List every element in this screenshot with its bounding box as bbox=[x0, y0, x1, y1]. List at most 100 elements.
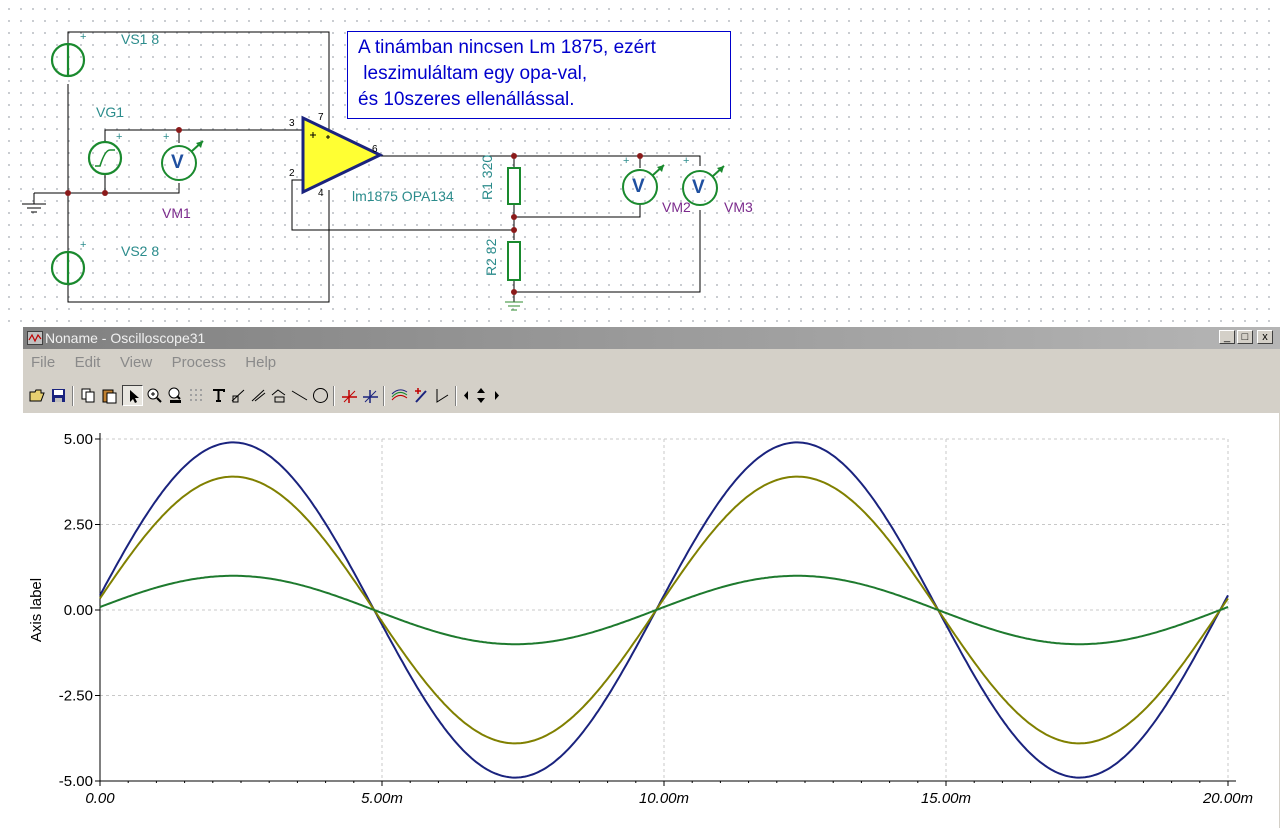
vg1-label: VG1 bbox=[96, 104, 125, 120]
marker-icon bbox=[415, 388, 427, 403]
pin6-label: 6 bbox=[372, 144, 378, 155]
pin2-label: 2 bbox=[289, 168, 295, 179]
zoom-100-icon bbox=[168, 387, 181, 403]
line-tool-3-icon bbox=[271, 389, 286, 403]
paste-icon bbox=[102, 389, 117, 404]
x-tick-label: 10.00m bbox=[639, 790, 689, 807]
scroll-updown-icon bbox=[477, 388, 485, 403]
line-tool-2-button[interactable] bbox=[248, 385, 269, 406]
circle-button[interactable] bbox=[310, 385, 331, 406]
toolbar-separator bbox=[383, 386, 385, 406]
cursor-b-button[interactable] bbox=[360, 385, 381, 406]
line-tool-2-icon bbox=[251, 389, 266, 402]
menu-edit[interactable]: Edit bbox=[67, 351, 108, 371]
y-tick-label: -2.50 bbox=[59, 688, 93, 705]
grid-icon bbox=[190, 389, 202, 401]
maximize-button[interactable]: □ bbox=[1237, 330, 1253, 344]
text-button[interactable] bbox=[208, 385, 229, 406]
x-tick-label: 0.00 bbox=[85, 790, 115, 807]
vm3-label: VM3 bbox=[724, 199, 753, 215]
x-tick-label: 5.00m bbox=[361, 790, 403, 807]
svg-text:+: + bbox=[80, 239, 86, 251]
copy-button[interactable] bbox=[78, 385, 99, 406]
cursor-a-icon bbox=[342, 390, 357, 403]
y-tick-label: 0.00 bbox=[64, 602, 93, 619]
svg-text:+: + bbox=[116, 131, 122, 143]
oscilloscope-window[interactable]: Noname - Oscilloscope31 _ □ x File Edit … bbox=[22, 326, 1280, 829]
window-title: Noname - Oscilloscope31 bbox=[45, 330, 206, 346]
line-icon bbox=[291, 390, 308, 401]
scroll-left-icon bbox=[464, 391, 468, 400]
menu-view[interactable]: View bbox=[112, 351, 159, 371]
arrow-button[interactable] bbox=[432, 385, 453, 406]
circle-icon bbox=[313, 388, 328, 403]
cursor-a-button[interactable] bbox=[339, 385, 360, 406]
annotation-note[interactable]: A tinámban nincsen Lm 1875, ezért leszim… bbox=[347, 31, 731, 119]
y-tick-label: -5.00 bbox=[59, 773, 93, 790]
open-icon bbox=[29, 389, 45, 402]
marker-button[interactable] bbox=[411, 385, 432, 406]
zoom-in-icon bbox=[147, 388, 162, 403]
vs1-label: VS1 8 bbox=[121, 31, 160, 47]
menu-process[interactable]: Process bbox=[164, 351, 233, 371]
pointer-button[interactable] bbox=[122, 385, 143, 406]
note-line-1: A tinámban nincsen Lm 1875, ezért bbox=[358, 37, 656, 58]
pin3-label: 3 bbox=[289, 118, 295, 129]
toolbar-separator bbox=[455, 386, 457, 406]
scroll-updown-button[interactable] bbox=[473, 385, 489, 406]
scroll-right-icon bbox=[495, 391, 499, 400]
note-line-3: és 10szeres ellenállással. bbox=[358, 89, 575, 110]
pointer-icon bbox=[130, 390, 139, 403]
r1-label: R1 320 bbox=[479, 154, 495, 200]
y-tick-label: 5.00 bbox=[64, 431, 93, 448]
r2-label: R2 82 bbox=[483, 238, 499, 276]
toolbar-separator bbox=[72, 386, 74, 406]
arrow-icon bbox=[436, 389, 449, 403]
scroll-right-button[interactable] bbox=[489, 385, 503, 406]
opamp-label: lm1875 OPA134 bbox=[352, 188, 454, 204]
svg-text:+: + bbox=[623, 155, 629, 167]
svg-text:+: + bbox=[683, 155, 689, 167]
line-button[interactable] bbox=[289, 385, 310, 406]
x-tick-label: 20.00m bbox=[1202, 790, 1253, 807]
text-icon bbox=[213, 389, 225, 402]
zoom-100-button[interactable] bbox=[165, 385, 186, 406]
open-button[interactable] bbox=[27, 385, 48, 406]
line-tool-3-button[interactable] bbox=[268, 385, 289, 406]
paste-button[interactable] bbox=[99, 385, 120, 406]
pin7-label: 7 bbox=[318, 112, 324, 123]
grid-button[interactable] bbox=[186, 385, 207, 406]
vm2-meter-symbol: V bbox=[632, 176, 645, 197]
plot-area[interactable]: 0.00 5.00m 10.00m 15.00m 20.00m 5.00 2.50 0.00-… bbox=[23, 413, 1279, 829]
menu-help[interactable]: Help bbox=[237, 351, 283, 371]
y-axis-label: Axis label bbox=[28, 578, 45, 642]
save-icon bbox=[52, 389, 65, 402]
save-button[interactable] bbox=[48, 385, 69, 406]
trace-select-icon bbox=[391, 389, 408, 401]
cursor-b-icon bbox=[363, 390, 378, 403]
vm3-meter-symbol: V bbox=[692, 177, 705, 198]
oscilloscope-app-icon bbox=[27, 331, 43, 345]
menu-file[interactable]: File bbox=[23, 351, 62, 371]
pin4-label: 4 bbox=[318, 188, 324, 199]
title-bar[interactable]: Noname - Oscilloscope31 _ □ x bbox=[23, 327, 1280, 349]
svg-text:+: + bbox=[80, 31, 86, 43]
minimize-button[interactable]: _ bbox=[1219, 330, 1235, 344]
line-tool-icon bbox=[231, 389, 245, 403]
toolbar-separator bbox=[333, 386, 335, 406]
y-tick-label: 2.50 bbox=[64, 517, 93, 534]
x-tick-label: 15.00m bbox=[921, 790, 971, 807]
scroll-left-button[interactable] bbox=[459, 385, 473, 406]
zoom-in-button[interactable] bbox=[144, 385, 165, 406]
note-line-2: leszimuláltam egy opa-val, bbox=[358, 63, 588, 84]
line-tool-button[interactable] bbox=[228, 385, 249, 406]
vm1-meter-symbol: V bbox=[171, 152, 184, 173]
close-button[interactable]: x bbox=[1257, 330, 1273, 344]
schematic-canvas[interactable]: + + + + + + A tinámban nincsen Lm 1875, … bbox=[0, 0, 1280, 322]
toolbar bbox=[27, 385, 1277, 407]
svg-text:+: + bbox=[163, 131, 169, 143]
vs2-label: VS2 8 bbox=[121, 243, 160, 259]
oscilloscope-chart[interactable]: 0.00 5.00m 10.00m 15.00m 20.00m5.002.500.00-… bbox=[23, 413, 1279, 829]
vm2-label: VM2 bbox=[662, 199, 691, 215]
trace-select-button[interactable] bbox=[389, 385, 410, 406]
